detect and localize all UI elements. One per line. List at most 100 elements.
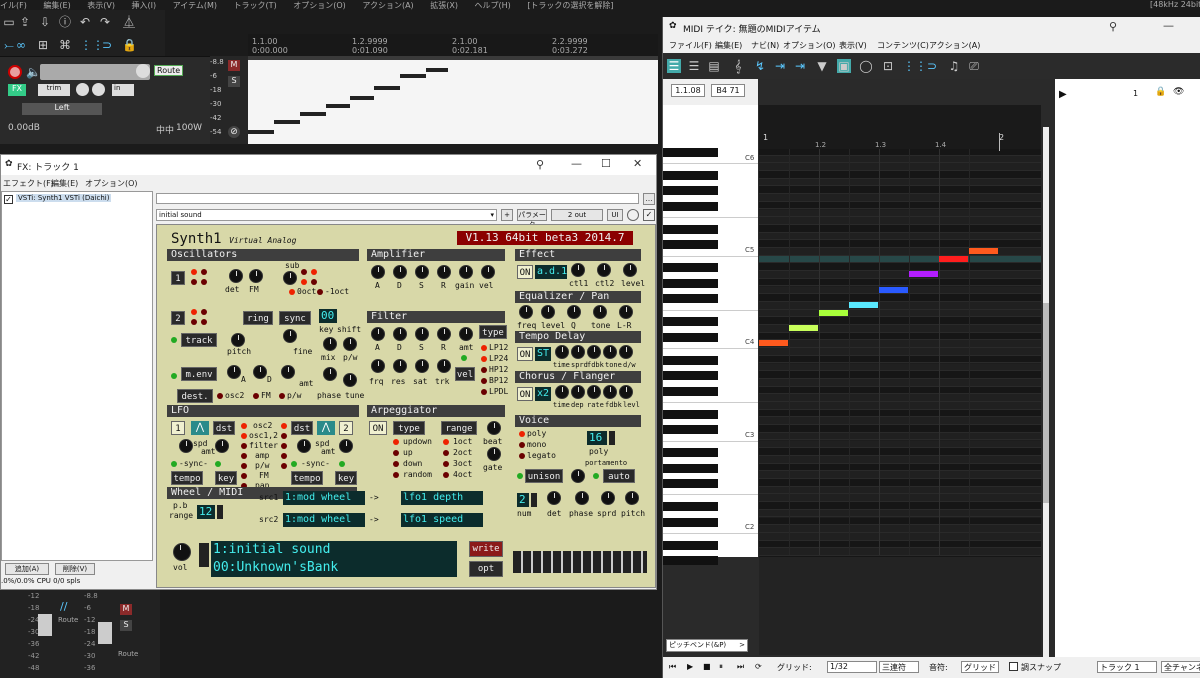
midi-note[interactable] — [879, 286, 908, 293]
effect-on-button[interactable]: ON — [517, 265, 533, 279]
trk-knob[interactable] — [437, 359, 451, 373]
midi-menu-view[interactable]: 表示(V) — [839, 40, 867, 51]
track-select[interactable]: トラック 1 — [1097, 661, 1157, 673]
menu-edit[interactable]: 編集(E) — [43, 1, 70, 10]
master-fader[interactable] — [38, 614, 52, 636]
arp-2oct-led[interactable] — [443, 450, 449, 456]
osc1-det-knob[interactable] — [229, 269, 243, 283]
black-key[interactable] — [663, 317, 718, 327]
minimize-icon[interactable]: — — [1163, 19, 1174, 32]
ui-button[interactable]: UI — [607, 209, 623, 221]
pw-knob[interactable] — [343, 337, 357, 351]
lfo-dest-led[interactable] — [241, 453, 247, 459]
rewind-icon[interactable]: ⏮ — [669, 662, 676, 672]
move-cc-icon[interactable]: ⇥ — [773, 59, 787, 73]
amp-r-knob[interactable] — [437, 265, 451, 279]
midi-menu-actions[interactable]: アクション(A) — [929, 40, 980, 51]
lfo-dest-led[interactable] — [241, 443, 247, 449]
black-key[interactable] — [663, 479, 718, 488]
track-panel[interactable]: 🔈 Route FX trim in Left 0.00dB 中中 100W — [0, 56, 210, 144]
unison-pitch-knob[interactable] — [625, 491, 639, 505]
open-project-icon[interactable]: ⇪ — [18, 15, 32, 29]
arp-updown-led[interactable] — [393, 439, 399, 445]
input-select[interactable]: Left — [22, 103, 102, 115]
link-icon[interactable]: // — [60, 600, 67, 613]
amp-vel-knob[interactable] — [481, 265, 495, 279]
lfo1-sync-led[interactable] — [171, 461, 177, 467]
midi-menu-navigate[interactable]: ナビ(N) — [751, 40, 779, 51]
metronome-icon[interactable]: ⏅ — [122, 15, 136, 29]
snap-grid-icon[interactable]: ⋮⋮ — [80, 38, 104, 52]
sat-knob[interactable] — [415, 359, 429, 373]
track-name-field[interactable] — [40, 64, 150, 80]
black-key[interactable] — [663, 502, 718, 512]
event-list-icon[interactable]: ▤ — [707, 59, 721, 73]
black-key[interactable] — [663, 224, 718, 234]
black-key[interactable] — [663, 294, 718, 304]
piano-roll-grid[interactable] — [759, 105, 1041, 564]
midi-ruler[interactable]: 1 1.2 1.3 1.4 2 — [759, 105, 1041, 151]
dest-osc2-led[interactable] — [217, 393, 223, 399]
arp-down-led[interactable] — [393, 461, 399, 467]
lfo1-sync-led2[interactable] — [215, 461, 221, 467]
osc2-wave-led[interactable] — [191, 309, 197, 315]
midi-menu-options[interactable]: オプション(O) — [783, 40, 836, 51]
portamento-knob[interactable] — [571, 469, 585, 483]
volume-knob[interactable] — [173, 543, 191, 561]
edit-cc-icon[interactable]: ⇥ — [793, 59, 807, 73]
keyboard-strip[interactable] — [513, 551, 647, 573]
loop-icon[interactable]: ⊃ — [100, 38, 114, 52]
poly-count-display[interactable]: 16 — [587, 431, 607, 445]
menv-a-knob[interactable] — [227, 365, 241, 379]
named-notes-icon[interactable]: ☰ — [687, 59, 701, 73]
tune-knob[interactable] — [343, 373, 357, 387]
legato-led[interactable] — [519, 453, 525, 459]
lp12-led[interactable] — [481, 345, 487, 351]
stop-icon[interactable]: ■ — [703, 662, 711, 671]
maximize-icon[interactable]: ☐ — [601, 157, 611, 170]
fx-menu-effect[interactable]: エフェクト(F) — [3, 178, 54, 189]
group-icon[interactable]: ⌘ — [58, 38, 72, 52]
chorus-fdbk-knob[interactable] — [603, 385, 617, 399]
snap-icon[interactable]: ↯ — [753, 59, 767, 73]
amp-d-knob[interactable] — [393, 265, 407, 279]
scrollbar-thumb[interactable] — [1043, 303, 1049, 503]
fx-chain-list[interactable]: ✓ VSTi: Synth1 VSTi (Daichi) — [1, 191, 153, 561]
midi-menu-file[interactable]: ファイル(F) — [669, 40, 712, 51]
amp-gain-knob[interactable] — [459, 265, 473, 279]
lfo2-sync-led[interactable] — [291, 461, 297, 467]
arp-random-led[interactable] — [393, 472, 399, 478]
black-key[interactable] — [663, 171, 718, 180]
lfo-dest-led[interactable] — [241, 423, 247, 429]
midi-note[interactable] — [789, 325, 818, 331]
arp-gate-knob[interactable] — [487, 447, 501, 461]
lfo2-key-button[interactable]: key — [335, 471, 357, 485]
vertical-scrollbar[interactable] — [1043, 127, 1049, 657]
black-key[interactable] — [663, 556, 718, 565]
pan-knob[interactable] — [76, 83, 89, 96]
info-icon[interactable]: ⓘ — [58, 15, 72, 29]
bank-name-display[interactable]: 00:Unknown'sBank — [211, 559, 457, 577]
eq-tone-knob[interactable] — [593, 305, 607, 319]
track-fader[interactable] — [98, 622, 112, 644]
amp-s-knob[interactable] — [415, 265, 429, 279]
midi-note[interactable] — [819, 309, 848, 316]
lfo1-button[interactable]: 1 — [171, 421, 185, 435]
black-key[interactable] — [663, 463, 718, 473]
zoom-icon[interactable]: ⊡ — [881, 59, 895, 73]
black-key[interactable] — [663, 386, 718, 396]
menu-deselect-tracks[interactable]: [トラックの選択を解除] — [527, 1, 613, 10]
src2-display[interactable]: 1:mod wheel — [283, 513, 365, 527]
track-list-pane[interactable]: ▶ 1 🔒 👁 — [1055, 79, 1200, 669]
lfo2-dest-led[interactable] — [281, 423, 287, 429]
midi-titlebar[interactable]: ✿ MIDI テイク: 無題のMIDIアイテム ⚲ — — [663, 17, 1200, 37]
grid-select[interactable]: 1/32 — [827, 661, 877, 673]
piano-keyboard[interactable]: C6 C5 C4 C3 C2 — [663, 105, 758, 565]
param-button[interactable]: パラメータ — [517, 209, 547, 229]
menu-item[interactable]: アイテム(M) — [173, 1, 217, 10]
chorus-rate-knob[interactable] — [587, 385, 601, 399]
eq-q-knob[interactable] — [567, 305, 581, 319]
sub-wave-led[interactable] — [311, 269, 317, 275]
play-icon[interactable]: ▶ — [1059, 89, 1067, 100]
eq-freq-knob[interactable] — [519, 305, 533, 319]
